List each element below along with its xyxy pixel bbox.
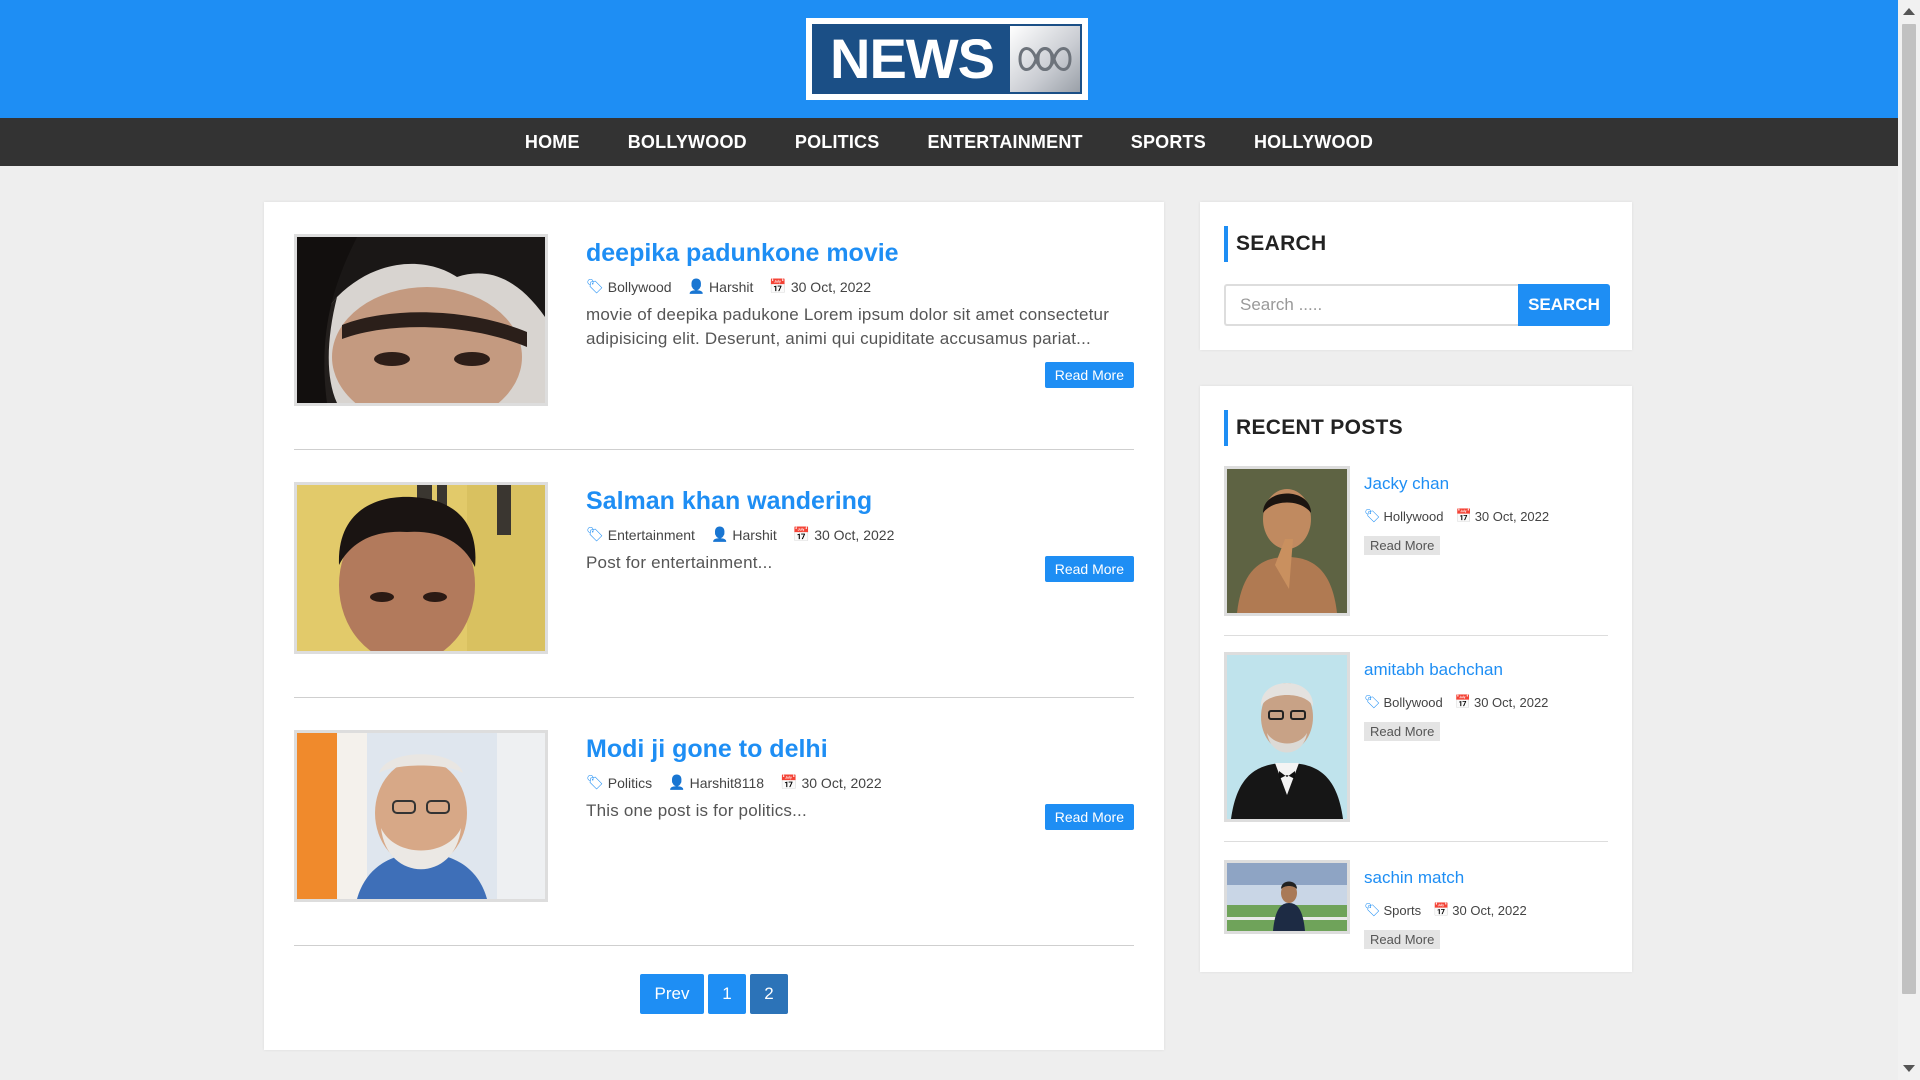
recent-post-item: amitabh bachchan 🏷 Bollywood 📅 30 Oct, 2…: [1224, 652, 1608, 842]
scrollbar-thumb[interactable]: [1902, 24, 1916, 994]
post-author: Harshit8118: [689, 774, 765, 791]
post-category[interactable]: Bollywood: [608, 279, 672, 295]
post-meta: 🏷 Politics 👤 Harshit8118 📅 30 Oct, 2022: [586, 774, 1134, 791]
pagination: Prev 1 2: [264, 974, 1164, 1014]
user-icon: 👤: [668, 774, 686, 790]
recent-posts-widget: RECENT POSTS Jacky chan 🏷 Hollywood 📅 30…: [1200, 386, 1632, 972]
user-icon: 👤: [687, 278, 706, 294]
search-widget-title: SEARCH: [1224, 226, 1326, 262]
page-scrollbar[interactable]: [1898, 0, 1920, 1080]
search-form: SEARCH: [1224, 284, 1610, 326]
calendar-icon: 📅: [792, 526, 811, 542]
post-thumbnail[interactable]: [294, 234, 548, 406]
post-author: Harshit: [732, 526, 777, 543]
calendar-icon: 📅: [769, 278, 787, 294]
post-title[interactable]: Salman khan wandering: [586, 486, 1134, 516]
nav-item-home[interactable]: HOME: [525, 132, 580, 153]
recent-post-item: sachin match 🏷 Sports 📅 30 Oct, 2022 Rea…: [1224, 860, 1608, 952]
recent-posts-title: RECENT POSTS: [1224, 410, 1403, 446]
post-thumbnail[interactable]: [294, 730, 548, 902]
tag-icon: 🏷: [1364, 902, 1381, 917]
recent-post-category[interactable]: Bollywood: [1384, 695, 1443, 710]
nav-item-sports[interactable]: SPORTS: [1131, 132, 1206, 153]
post-list: deepika padunkone movie 🏷 Bollywood 👤 Ha…: [264, 202, 1164, 1050]
user-icon: 👤: [710, 526, 729, 542]
post-item: Salman khan wandering 🏷 Entertainment 👤 …: [294, 450, 1134, 698]
site-header: NEWS: [0, 0, 1898, 118]
recent-post-thumbnail[interactable]: [1224, 652, 1350, 822]
read-more-button[interactable]: Read More: [1044, 556, 1134, 582]
scroll-up-arrow-icon[interactable]: [1903, 8, 1915, 15]
calendar-icon: 📅: [1433, 902, 1450, 917]
recent-post-item: Jacky chan 🏷 Hollywood 📅 30 Oct, 2022 Re…: [1224, 466, 1608, 636]
recent-post-category[interactable]: Sports: [1384, 903, 1422, 918]
recent-post-meta: 🏷 Sports 📅 30 Oct, 2022: [1364, 902, 1527, 918]
post-author: Harshit: [709, 278, 754, 295]
search-widget: SEARCH SEARCH: [1200, 202, 1632, 350]
logo-frame: NEWS: [812, 24, 1082, 94]
recent-read-more-button[interactable]: Read More: [1364, 722, 1441, 741]
pagination-page-1[interactable]: 1: [708, 974, 746, 1014]
recent-post-title[interactable]: amitabh bachchan: [1364, 660, 1548, 680]
recent-post-title[interactable]: sachin match: [1364, 868, 1527, 888]
recent-post-thumbnail[interactable]: [1224, 860, 1350, 934]
search-button[interactable]: SEARCH: [1518, 284, 1610, 326]
read-more-button[interactable]: Read More: [1044, 804, 1134, 830]
post-category[interactable]: Politics: [608, 775, 652, 791]
calendar-icon: 📅: [1454, 694, 1471, 709]
recent-read-more-button[interactable]: Read More: [1364, 930, 1441, 949]
nav-item-politics[interactable]: POLITICS: [795, 132, 880, 153]
post-date: 30 Oct, 2022: [790, 278, 872, 295]
post-date: 30 Oct, 2022: [801, 774, 882, 791]
logo-text: NEWS: [814, 26, 1010, 92]
recent-post-meta: 🏷 Bollywood 📅 30 Oct, 2022: [1364, 694, 1548, 710]
post-category[interactable]: Entertainment: [608, 527, 695, 543]
tag-icon: 🏷: [586, 774, 604, 790]
recent-post-category[interactable]: Hollywood: [1384, 509, 1444, 524]
nav-item-hollywood[interactable]: HOLLYWOOD: [1254, 132, 1373, 153]
tag-icon: 🏷: [586, 526, 604, 542]
main-nav: HOME BOLLYWOOD POLITICS ENTERTAINMENT SP…: [0, 118, 1898, 166]
recent-post-date: 30 Oct, 2022: [1452, 902, 1527, 918]
post-title[interactable]: Modi ji gone to delhi: [586, 734, 1134, 764]
post-excerpt: movie of deepika padukone Lorem ipsum do…: [586, 305, 1110, 348]
recent-post-title[interactable]: Jacky chan: [1364, 474, 1549, 494]
read-more-button[interactable]: Read More: [1044, 362, 1134, 388]
post-meta: 🏷 Bollywood 👤 Harshit 📅 30 Oct, 2022: [586, 278, 1134, 295]
recent-post-body: Jacky chan 🏷 Hollywood 📅 30 Oct, 2022 Re…: [1364, 474, 1549, 555]
recent-post-meta: 🏷 Hollywood 📅 30 Oct, 2022: [1364, 508, 1549, 524]
recent-post-body: sachin match 🏷 Sports 📅 30 Oct, 2022 Rea…: [1364, 868, 1527, 949]
recent-post-date: 30 Oct, 2022: [1474, 508, 1550, 524]
post-date: 30 Oct, 2022: [814, 526, 895, 543]
recent-post-thumbnail[interactable]: [1224, 466, 1350, 616]
recent-post-date: 30 Oct, 2022: [1473, 694, 1549, 710]
tag-icon: 🏷: [586, 278, 604, 294]
scroll-down-arrow-icon[interactable]: [1903, 1065, 1915, 1072]
tag-icon: 🏷: [1364, 694, 1381, 709]
post-title[interactable]: deepika padunkone movie: [586, 238, 1134, 268]
post-item: deepika padunkone movie 🏷 Bollywood 👤 Ha…: [294, 202, 1134, 450]
abc-mark-icon: [1010, 26, 1080, 92]
post-thumbnail[interactable]: [294, 482, 548, 654]
search-input[interactable]: [1224, 284, 1518, 326]
nav-item-entertainment[interactable]: ENTERTAINMENT: [927, 132, 1082, 153]
tag-icon: 🏷: [1364, 508, 1381, 523]
site-logo[interactable]: NEWS: [806, 18, 1088, 100]
pagination-prev-button[interactable]: Prev: [640, 974, 704, 1014]
post-item: Modi ji gone to delhi 🏷 Politics 👤 Harsh…: [294, 698, 1134, 946]
post-body: deepika padunkone movie 🏷 Bollywood 👤 Ha…: [586, 234, 1134, 351]
pagination-page-2[interactable]: 2: [750, 974, 788, 1014]
calendar-icon: 📅: [1455, 508, 1472, 523]
calendar-icon: 📅: [780, 774, 798, 790]
recent-post-body: amitabh bachchan 🏷 Bollywood 📅 30 Oct, 2…: [1364, 660, 1548, 741]
recent-read-more-button[interactable]: Read More: [1364, 536, 1441, 555]
nav-item-bollywood[interactable]: BOLLYWOOD: [628, 132, 747, 153]
post-meta: 🏷 Entertainment 👤 Harshit 📅 30 Oct, 2022: [586, 526, 1134, 543]
